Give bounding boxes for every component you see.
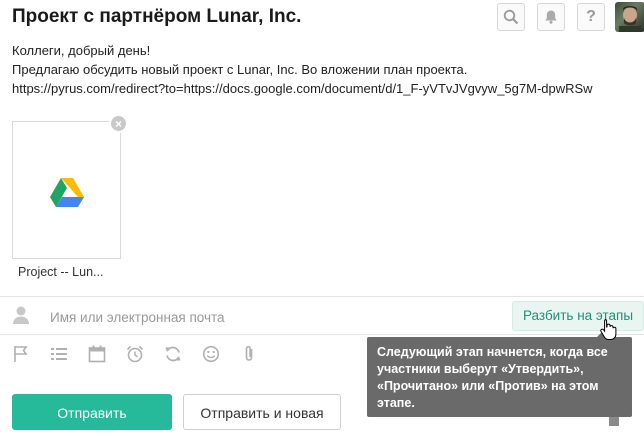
hand-cursor-icon: [600, 319, 617, 340]
flag-icon[interactable]: [12, 345, 30, 363]
calendar-icon[interactable]: [88, 345, 106, 363]
split-stages-button[interactable]: Разбить на этапы: [512, 301, 644, 331]
split-stages-tooltip: Следующий этап начнется, когда все участ…: [367, 337, 632, 417]
send-and-new-button[interactable]: Отправить и новая: [183, 394, 341, 430]
participant-input[interactable]: [48, 305, 492, 329]
attachment-card[interactable]: [12, 121, 121, 259]
help-button[interactable]: ?: [577, 3, 605, 31]
remove-attachment-button[interactable]: ×: [109, 114, 128, 133]
person-icon: [13, 306, 29, 324]
avatar[interactable]: [615, 2, 644, 32]
divider: [0, 296, 644, 297]
smile-icon[interactable]: [202, 345, 220, 363]
notifications-button[interactable]: [537, 3, 565, 31]
message-link[interactable]: https://pyrus.com/redirect?to=https://do…: [12, 79, 644, 98]
help-icon: ?: [586, 8, 596, 25]
google-drive-icon: [50, 178, 84, 207]
paperclip-icon[interactable]: [240, 345, 258, 363]
list-icon[interactable]: [50, 345, 68, 363]
message-line: Коллеги, добрый день!: [12, 43, 151, 58]
alarm-icon[interactable]: [126, 345, 144, 363]
search-icon: [503, 9, 519, 25]
attachment-name: Project -- Lun...: [18, 265, 104, 279]
avatar-image: [619, 6, 641, 32]
message-body: Коллеги, добрый день! Предлагаю обсудить…: [12, 41, 644, 98]
page-title: Проект с партнёром Lunar, Inc.: [12, 6, 302, 27]
divider: [0, 334, 644, 335]
close-icon: ×: [114, 116, 122, 131]
repeat-icon[interactable]: [164, 345, 182, 363]
message-line: Предлагаю обсудить новый проект с Lunar,…: [12, 62, 468, 77]
search-button[interactable]: [497, 3, 525, 31]
bell-icon: [545, 10, 557, 24]
send-button[interactable]: Отправить: [12, 394, 172, 430]
